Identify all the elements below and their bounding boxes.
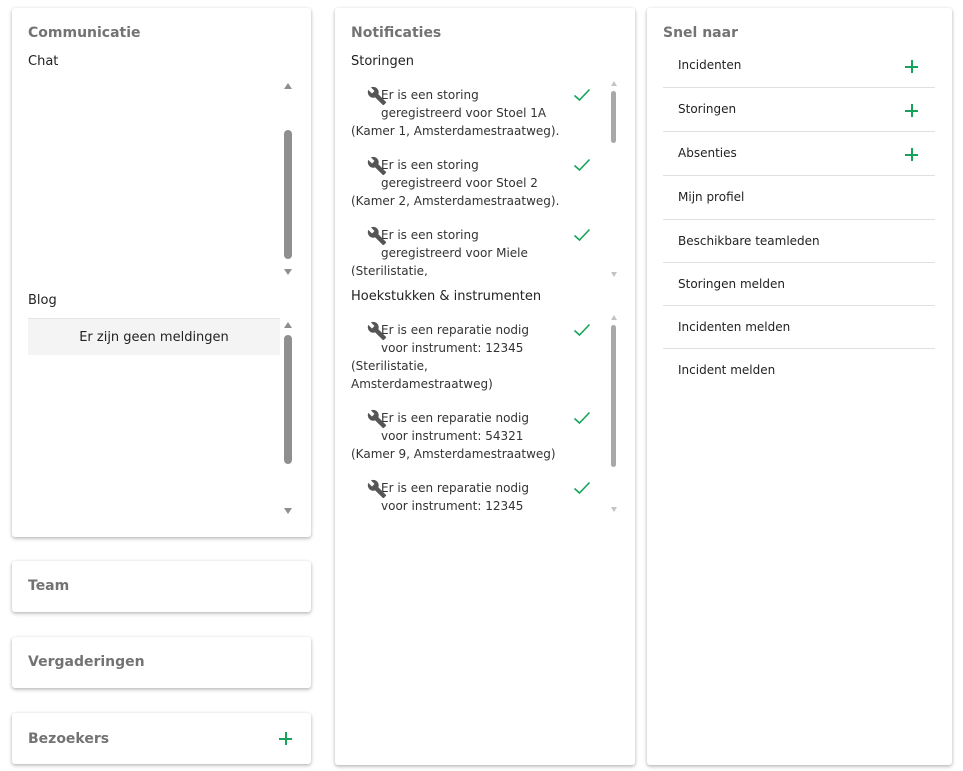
scroll-thumb[interactable] [284,130,292,259]
chat-area[interactable] [28,78,280,278]
hoekstukken-list[interactable]: Er is een reparatie nodig voor instrumen… [335,321,607,515]
hoekstukken-scrollbar[interactable] [610,315,620,512]
vergaderingen-title: Vergaderingen [28,654,145,670]
quick-link-label: Incident melden [678,363,776,377]
quick-link-incident-melden[interactable]: Incident melden [663,349,935,392]
quick-link-storingen-melden[interactable]: Storingen melden [663,263,935,306]
notification-line: (Kamer 1, Amsterdamestraatweg). [351,124,560,138]
check-icon[interactable] [573,88,591,102]
notification-line: voor instrument: 54321 [381,429,524,443]
scroll-down-arrow-icon[interactable] [284,269,292,275]
quick-link-label: Incidenten [678,58,742,72]
wrench-icon [367,479,387,499]
notification-line: (Kamer 2, Amsterdamestraatweg). [351,194,560,208]
reparatie-notification[interactable]: Er is een reparatie nodig voor instrumen… [351,479,601,515]
scroll-thumb[interactable] [611,325,616,467]
quick-link-storingen[interactable]: Storingen [663,88,935,132]
wrench-icon [367,86,387,106]
check-icon[interactable] [573,228,591,242]
blog-scrollbar[interactable] [283,322,293,514]
bezoekers-card[interactable]: Bezoekers [12,713,311,764]
wrench-icon [367,409,387,429]
scroll-up-arrow-icon[interactable] [284,83,292,89]
notification-line: Er is een storing [381,88,479,102]
quick-link-beschikbare-teamleden[interactable]: Beschikbare teamleden [663,220,935,263]
hoekstukken-section-title: Hoekstukken & instrumenten [351,289,542,304]
storingen-section-title: Storingen [351,54,414,69]
blog-title: Blog [28,293,57,308]
scroll-up-arrow-icon[interactable] [284,322,292,328]
chat-title: Chat [28,54,59,69]
storingen-scrollbar[interactable] [610,81,620,277]
notification-line: Er is een storing [381,158,479,172]
quick-link-label: Storingen [678,102,737,116]
scroll-down-arrow-icon[interactable] [611,272,617,277]
quick-link-absenties[interactable]: Absenties [663,132,935,176]
storingen-list[interactable]: Er is een storing geregistreerd voor Sto… [335,86,607,276]
scroll-down-arrow-icon[interactable] [284,508,292,514]
vergaderingen-card[interactable]: Vergaderingen [12,637,311,688]
storing-notification[interactable]: Er is een storing geregistreerd voor Sto… [351,156,601,210]
quick-link-mijn-profiel[interactable]: Mijn profiel [663,176,935,220]
wrench-icon [367,226,387,246]
check-icon[interactable] [573,158,591,172]
reparatie-notification[interactable]: Er is een reparatie nodig voor instrumen… [351,321,601,393]
storing-notification[interactable]: Er is een storing geregistreerd voor Mie… [351,226,601,276]
quick-link-incidenten[interactable]: Incidenten [663,44,935,88]
quick-link-label: Absenties [678,146,737,160]
notification-line: Er is een storing [381,228,479,242]
notification-line: voor instrument: 12345 [381,341,524,355]
snel-naar-title: Snel naar [663,25,738,41]
add-storing-plus-icon[interactable] [905,104,918,117]
chat-scrollbar[interactable] [283,83,293,275]
scroll-thumb[interactable] [611,91,616,143]
reparatie-notification[interactable]: Er is een reparatie nodig voor instrumen… [351,409,601,463]
notification-line: Er is een reparatie nodig [381,411,529,425]
notification-line: geregistreerd voor Miele [381,246,528,260]
bezoekers-title: Bezoekers [28,731,110,747]
snel-naar-card: Snel naar Incidenten Storingen Absenties… [647,8,952,765]
check-icon[interactable] [573,411,591,425]
scroll-up-arrow-icon[interactable] [611,315,617,320]
wrench-icon [367,156,387,176]
notification-line: voor instrument: 12345 [381,499,524,513]
notification-line: geregistreerd voor Stoel 2 [381,176,538,190]
add-bezoeker-plus-icon[interactable] [279,732,292,745]
check-icon[interactable] [573,481,591,495]
notification-line: Er is een reparatie nodig [381,323,529,337]
scroll-thumb[interactable] [284,335,292,464]
scroll-up-arrow-icon[interactable] [611,81,617,86]
quick-link-label: Storingen melden [678,277,785,291]
storing-notification[interactable]: Er is een storing geregistreerd voor Sto… [351,86,601,140]
quick-link-label: Incidenten melden [678,320,791,334]
notificaties-card: Notificaties Storingen Er is een storing… [335,8,635,765]
team-title: Team [28,578,70,594]
scroll-down-arrow-icon[interactable] [611,507,617,512]
notification-line: (Kamer 9, Amsterdamestraatweg) [351,447,556,461]
notificaties-title: Notificaties [351,25,442,41]
team-card[interactable]: Team [12,561,311,612]
check-icon[interactable] [573,323,591,337]
communicatie-title: Communicatie [28,25,141,41]
wrench-icon [367,321,387,341]
notification-line: geregistreerd voor Stoel 1A [381,106,547,120]
notification-line: Er is een reparatie nodig [381,481,529,495]
add-absentie-plus-icon[interactable] [905,148,918,161]
notification-line: (Sterilistatie, [351,359,428,373]
quick-link-label: Beschikbare teamleden [678,234,820,248]
communicatie-card: Communicatie Chat Blog Er zijn geen meld… [12,8,311,537]
blog-empty-message: Er zijn geen meldingen [28,318,280,355]
quick-link-label: Mijn profiel [678,190,745,204]
quick-link-incidenten-melden[interactable]: Incidenten melden [663,306,935,349]
notification-line: Amsterdamestraatweg) [351,377,493,391]
add-incident-plus-icon[interactable] [905,60,918,73]
notification-line: (Sterilistatie, [351,264,428,276]
